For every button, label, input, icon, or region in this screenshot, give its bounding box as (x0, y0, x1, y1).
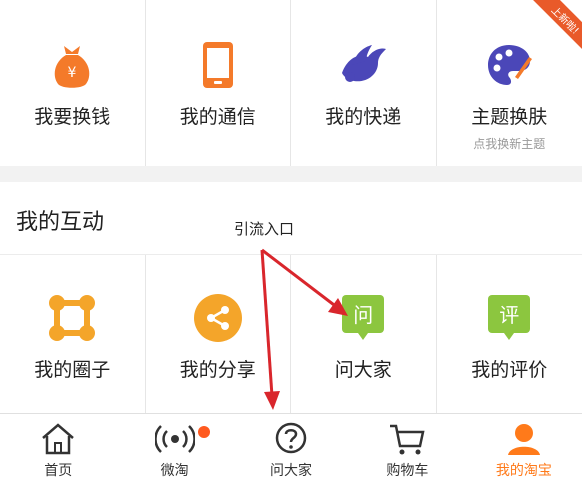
theme-skin-sublabel: 点我换新主题 (473, 135, 545, 152)
cart-icon (388, 422, 426, 456)
ask-icon: 问 (338, 293, 388, 343)
share-icon (193, 293, 243, 343)
my-review-label: 我的评价 (471, 355, 547, 382)
exchange-money-item[interactable]: ¥ 我要换钱 (0, 0, 146, 166)
phone-icon (193, 40, 243, 90)
tab-weitao[interactable]: 微淘 (116, 414, 232, 489)
tab-weitao-label: 微淘 (161, 460, 189, 480)
tab-home[interactable]: 首页 (0, 414, 116, 489)
tab-ask-label: 问大家 (270, 460, 312, 480)
my-share-item[interactable]: 我的分享 (146, 255, 292, 415)
ask-icon-text: 问 (338, 299, 388, 328)
my-express-label: 我的快递 (325, 102, 401, 129)
interaction-grid: 我的圈子 我的分享 问 问大家 (0, 255, 582, 415)
tab-ask-everyone[interactable]: 问大家 (233, 414, 349, 489)
exchange-money-label: 我要换钱 (34, 102, 110, 129)
review-icon: 评 (484, 293, 534, 343)
tab-my-taobao[interactable]: 我的淘宝 (466, 414, 582, 489)
question-icon (273, 422, 309, 456)
bird-icon (338, 40, 388, 90)
my-circle-item[interactable]: 我的圈子 (0, 255, 146, 415)
top-feature-grid: ¥ 我要换钱 我的通信 我的快递 上新啦! (0, 0, 582, 166)
my-express-item[interactable]: 我的快递 (291, 0, 437, 166)
broadcast-icon (155, 422, 195, 456)
review-icon-text: 评 (484, 299, 534, 328)
notification-dot (198, 426, 210, 438)
tab-cart[interactable]: 购物车 (349, 414, 465, 489)
theme-skin-item[interactable]: 上新啦! 主题换肤 点我换新主题 (437, 0, 582, 166)
tab-cart-label: 购物车 (386, 460, 428, 480)
tab-my-taobao-label: 我的淘宝 (496, 460, 552, 480)
circle-icon (47, 293, 97, 343)
palette-icon (484, 40, 534, 90)
my-circle-label: 我的圈子 (34, 355, 110, 382)
my-telecom-item[interactable]: 我的通信 (146, 0, 292, 166)
theme-skin-label: 主题换肤 (471, 102, 547, 129)
my-share-label: 我的分享 (180, 355, 256, 382)
annotation-text: 引流入口 (234, 218, 294, 239)
user-icon (506, 422, 542, 456)
money-bag-icon: ¥ (47, 40, 97, 90)
home-icon (40, 422, 76, 456)
ask-everyone-label: 问大家 (335, 355, 392, 382)
svg-text:¥: ¥ (68, 65, 77, 81)
new-ribbon: 上新啦! (528, 0, 582, 60)
my-review-item[interactable]: 评 我的评价 (437, 255, 582, 415)
section-title: 我的互动 (16, 204, 104, 236)
ask-everyone-item[interactable]: 问 问大家 (291, 255, 437, 415)
my-telecom-label: 我的通信 (180, 102, 256, 129)
bottom-tab-bar: 首页 微淘 问大家 购物车 我的淘宝 (0, 413, 582, 489)
tab-home-label: 首页 (44, 460, 72, 480)
